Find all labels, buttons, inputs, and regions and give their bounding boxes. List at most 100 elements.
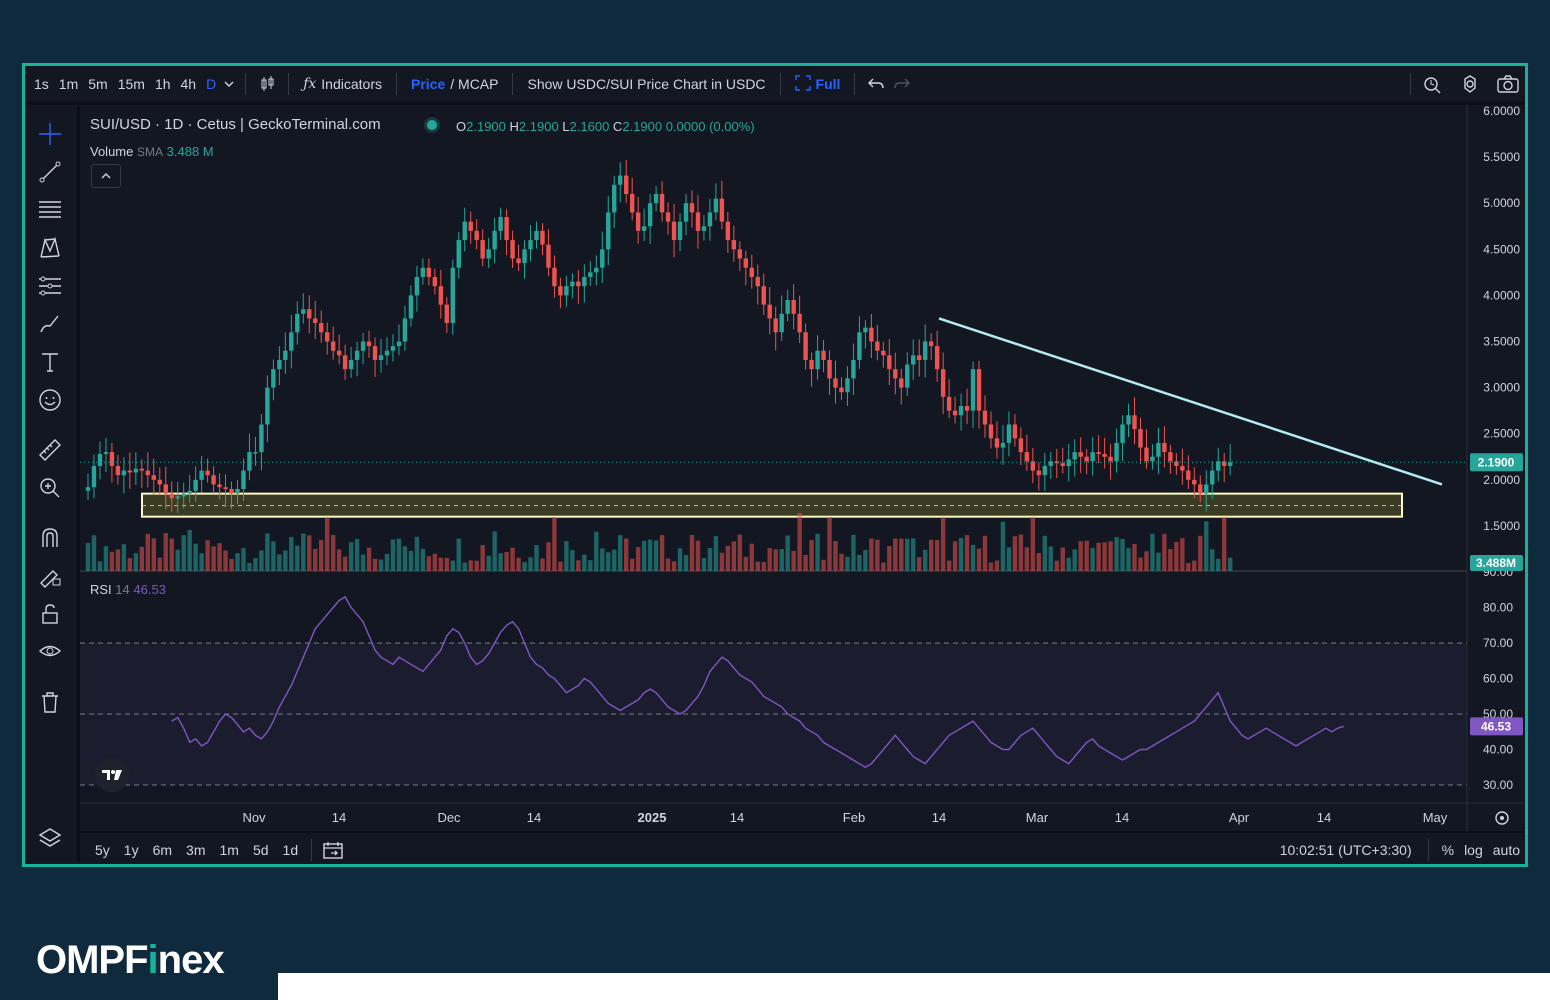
lock-drawings-icon[interactable]	[37, 563, 63, 589]
volume-bar	[1138, 557, 1143, 571]
rsi-legend: RSI 14 46.53	[90, 582, 166, 597]
full-button[interactable]: Full	[789, 74, 847, 94]
volume-bar	[1227, 557, 1233, 571]
candle-body	[432, 276, 438, 287]
forecast-icon[interactable]	[37, 273, 63, 299]
tf-d[interactable]: D	[201, 76, 221, 92]
range-6m[interactable]: 6m	[148, 842, 177, 858]
rsi-value: 46.53	[133, 582, 166, 597]
volume-bar	[510, 547, 515, 571]
indicators-button[interactable]: ƒx Indicators	[297, 76, 388, 92]
candle-body	[737, 249, 743, 259]
open-label: O	[456, 119, 467, 134]
price-label[interactable]: Price	[411, 76, 445, 92]
tf-4h[interactable]: 4h	[176, 76, 202, 92]
tf-15m[interactable]: 15m	[113, 76, 150, 92]
percent-toggle[interactable]: %	[1437, 842, 1459, 858]
volume-bar	[940, 517, 946, 571]
crosshair-icon[interactable]	[37, 121, 63, 147]
zoom-in-icon[interactable]	[37, 475, 63, 501]
eye-icon[interactable]	[37, 639, 63, 665]
show-usdc-button[interactable]: Show USDC/SUI Price Chart in USDC	[521, 76, 771, 92]
candle-body	[540, 230, 545, 245]
volume-bar	[1108, 541, 1113, 571]
candle-body	[366, 341, 372, 347]
volume-bar	[1012, 536, 1018, 571]
pattern-icon[interactable]	[37, 235, 63, 261]
candle-body	[1096, 452, 1101, 454]
time-tick-label: Apr	[1229, 810, 1250, 825]
volume-bar	[665, 558, 671, 571]
candle-style-icon[interactable]	[254, 71, 280, 97]
price-tick-label: 4.0000	[1483, 288, 1520, 302]
tf-5m[interactable]: 5m	[83, 76, 112, 92]
candle-body	[653, 193, 659, 204]
candle-body	[976, 369, 982, 411]
candle-body	[336, 350, 342, 356]
magnet-icon[interactable]	[37, 525, 63, 551]
volume-bar	[761, 562, 766, 571]
chevron-down-icon[interactable]	[221, 71, 237, 97]
candle-body	[1060, 463, 1065, 466]
chart-settings-gear-icon[interactable]	[1495, 811, 1509, 825]
candle-body	[689, 203, 695, 213]
ruler-icon[interactable]	[37, 437, 63, 463]
mcap-label[interactable]: / MCAP	[450, 76, 498, 92]
settings-gear-icon[interactable]	[1457, 71, 1483, 97]
tf-1h[interactable]: 1h	[150, 76, 176, 92]
layers-icon[interactable]	[37, 825, 63, 851]
candle-body	[558, 286, 563, 296]
chart-area[interactable]: 6.0000 5.5000 5.0000 4.5000 4.0000 3.5000 3.00…	[80, 105, 1525, 831]
volume-bar	[378, 559, 384, 571]
candle-body	[1162, 442, 1167, 453]
redo-icon[interactable]	[889, 71, 915, 97]
range-5y[interactable]: 5y	[90, 842, 115, 858]
trend-line-icon[interactable]	[37, 159, 63, 185]
volume-bar	[911, 538, 916, 571]
price-tick-label: 3.5000	[1483, 335, 1520, 349]
lock-icon[interactable]	[37, 601, 63, 627]
range-5d[interactable]: 5d	[248, 842, 274, 858]
emoji-icon[interactable]	[37, 387, 63, 413]
log-toggle[interactable]: log	[1459, 842, 1488, 858]
range-1y[interactable]: 1y	[119, 842, 144, 858]
clock-time[interactable]: 10:02:51 (UTC+3:30)	[1280, 842, 1420, 858]
collapse-legend-button[interactable]	[91, 164, 121, 188]
volume-bar	[683, 555, 689, 571]
text-icon[interactable]	[37, 349, 63, 375]
quick-search-icon[interactable]	[1419, 71, 1445, 97]
candle-body	[504, 217, 509, 241]
footer-bar	[278, 973, 1550, 1000]
volume-bar	[1006, 547, 1012, 571]
range-1m[interactable]: 1m	[215, 842, 244, 858]
tradingview-logo-icon[interactable]	[95, 758, 129, 792]
tf-1s[interactable]: 1s	[29, 76, 54, 92]
range-3m[interactable]: 3m	[181, 842, 210, 858]
candle-body	[199, 470, 204, 480]
range-1d[interactable]: 1d	[278, 842, 304, 858]
time-tick-label: 14	[332, 810, 346, 825]
volume-bar	[175, 549, 180, 571]
camera-icon[interactable]	[1495, 71, 1521, 97]
candle-body	[917, 355, 922, 360]
tf-1m[interactable]: 1m	[54, 76, 83, 92]
volume-badge-text: 3.488M	[1476, 556, 1516, 570]
price-mcap-toggle[interactable]: Price / MCAP	[405, 76, 504, 92]
candle-body	[618, 175, 623, 185]
go-to-date-icon[interactable]	[320, 837, 346, 863]
volume-bar	[839, 553, 844, 571]
fib-lines-icon[interactable]	[37, 197, 63, 223]
candle-body	[982, 410, 988, 425]
trash-icon[interactable]	[37, 689, 63, 715]
candle-body	[755, 276, 760, 287]
ohlc-readout: O2.1900 H2.1900 L2.1600 C2.1900 0.0000 (…	[456, 119, 755, 134]
auto-toggle[interactable]: auto	[1488, 842, 1525, 858]
volume-bar	[1186, 562, 1191, 571]
candle-body	[468, 221, 473, 231]
candle-body	[833, 378, 838, 388]
volume-bar	[420, 548, 426, 571]
candle-body	[779, 313, 784, 333]
brush-icon[interactable]	[37, 311, 63, 337]
undo-icon[interactable]	[863, 71, 889, 97]
top-toolbar: 1s 1m 5m 15m 1h 4h D ƒx Indicators Price…	[25, 66, 1525, 105]
